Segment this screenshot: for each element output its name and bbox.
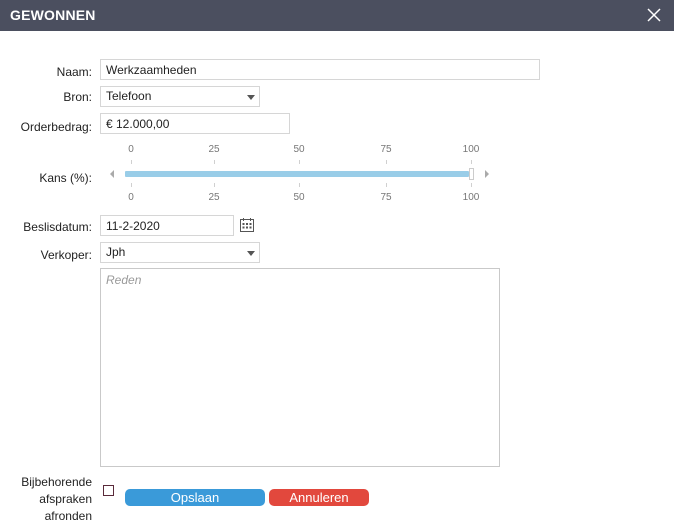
close-button[interactable]: [644, 5, 664, 25]
order-amount-label: Orderbedrag:: [20, 120, 92, 134]
slider-track[interactable]: [125, 171, 469, 177]
chevron-down-icon: [247, 95, 255, 100]
slider-increase-icon[interactable]: [485, 170, 489, 178]
seller-select[interactable]: Jph: [100, 242, 260, 263]
slider-decrease-icon[interactable]: [110, 170, 114, 178]
chance-label: Kans (%):: [39, 171, 92, 185]
source-select[interactable]: Telefoon: [100, 86, 260, 107]
name-label: Naam:: [56, 65, 92, 79]
seller-select-value: Jph: [106, 245, 126, 259]
tick-mark: [386, 183, 387, 187]
dialog-title: GEWONNEN: [10, 7, 96, 23]
tick-label-bottom: 0: [128, 192, 134, 203]
dialog-titlebar: GEWONNEN: [0, 0, 674, 31]
source-label: Bron:: [63, 90, 92, 104]
name-input[interactable]: [100, 59, 540, 80]
tick-label-top: 50: [293, 144, 305, 155]
tick-label-top: 0: [128, 144, 134, 155]
tick-label-top: 75: [380, 144, 392, 155]
close-icon: [647, 8, 661, 22]
tick-mark: [214, 183, 215, 187]
decision-date-label: Beslisdatum:: [23, 220, 92, 234]
tick-mark: [131, 183, 132, 187]
tick-mark: [471, 183, 472, 187]
save-button[interactable]: Opslaan: [125, 489, 265, 506]
seller-label: Verkoper:: [40, 248, 92, 262]
tick-label-top: 100: [462, 144, 480, 155]
tick-mark: [299, 160, 300, 164]
source-select-value: Telefoon: [106, 89, 152, 103]
complete-appointments-label: Bijbehorende afspraken afronden: [21, 474, 92, 525]
tick-mark: [386, 160, 387, 164]
cancel-button[interactable]: Annuleren: [269, 489, 369, 506]
tick-mark: [471, 160, 472, 164]
tick-label-bottom: 50: [293, 192, 305, 203]
complete-appointments-label-line: Bijbehorende: [21, 475, 92, 489]
calendar-icon: [240, 218, 254, 232]
decision-date-input[interactable]: [100, 215, 234, 236]
tick-mark: [299, 183, 300, 187]
reason-textarea[interactable]: [100, 268, 500, 467]
tick-label-bottom: 100: [462, 192, 480, 203]
tick-mark: [131, 160, 132, 164]
tick-label-top: 25: [208, 144, 220, 155]
tick-label-bottom: 25: [208, 192, 220, 203]
slider-handle[interactable]: [469, 168, 474, 180]
order-amount-input[interactable]: [100, 113, 290, 134]
complete-appointments-label-line: afspraken: [39, 492, 92, 506]
complete-appointments-label-line: afronden: [44, 509, 92, 523]
complete-appointments-checkbox[interactable]: [103, 485, 114, 496]
tick-mark: [214, 160, 215, 164]
tick-label-bottom: 75: [380, 192, 392, 203]
calendar-button[interactable]: [239, 217, 255, 233]
chevron-down-icon: [247, 251, 255, 256]
